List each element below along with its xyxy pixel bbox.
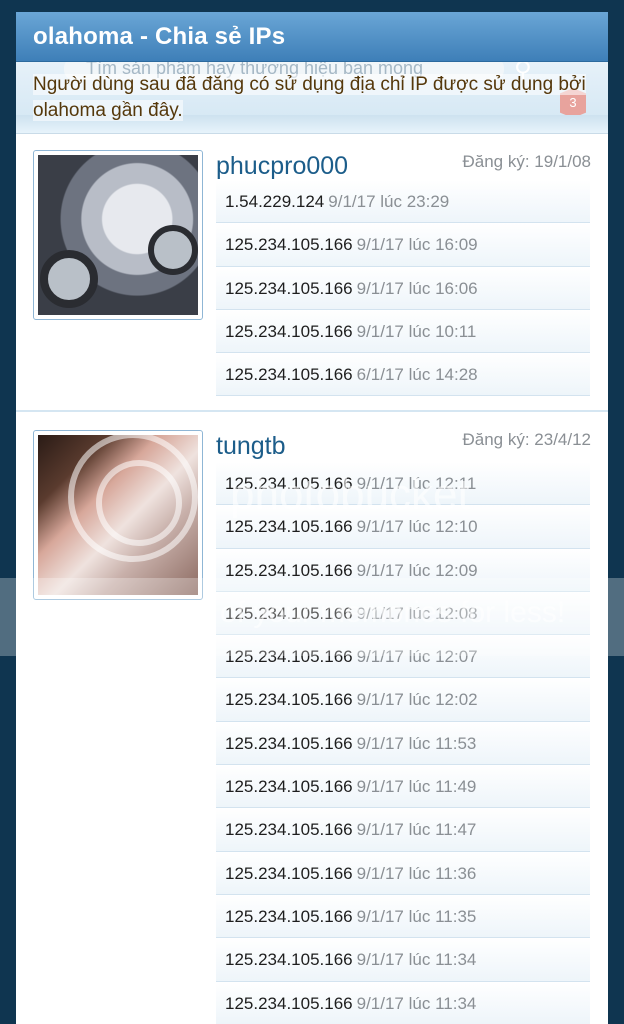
ip-address: 125.234.105.166 — [225, 863, 353, 883]
ip-time: 9/1/17 lúc 12:07 — [356, 647, 478, 667]
ip-row: 125.234.105.166 9/1/17 lúc 16:06 — [216, 266, 590, 310]
notice-area: Tìm sản phẩm hay thương hiệu bạn mong ⚲ … — [16, 62, 608, 134]
ip-time: 9/1/17 lúc 10:11 — [356, 321, 477, 341]
ip-time: 9/1/17 lúc 12:10 — [356, 517, 478, 537]
ip-address: 125.234.105.166 — [225, 474, 353, 493]
ip-address: 125.234.105.166 — [225, 993, 353, 1013]
ip-address: 125.234.105.166 — [225, 278, 353, 298]
ip-row: 1.54.229.124 9/1/17 lúc 23:29 — [216, 180, 590, 224]
ip-row: 125.234.105.166 9/1/17 lúc 11:34 — [216, 981, 590, 1024]
dialog-titlebar: olahoma - Chia sẻ IPs — [16, 12, 608, 62]
ip-row: 125.234.105.166 9/1/17 lúc 12:07 — [216, 635, 590, 679]
ip-address: 125.234.105.166 — [225, 603, 353, 623]
ip-address: 125.234.105.166 — [225, 647, 353, 667]
person-photo-icon — [38, 435, 198, 595]
user-avatar[interactable] — [33, 430, 203, 600]
ip-time: 6/1/17 lúc 14:28 — [356, 365, 478, 385]
ip-address: 125.234.105.166 — [225, 690, 353, 710]
dialog-title: olahoma - Chia sẻ IPs — [33, 23, 286, 50]
ip-time: 9/1/17 lúc 11:47 — [356, 820, 477, 840]
ip-address: 125.234.105.166 — [225, 517, 353, 537]
ip-row: 125.234.105.166 9/1/17 lúc 16:09 — [216, 223, 590, 267]
shared-ips-dialog: olahoma - Chia sẻ IPs Tìm sản phẩm hay t… — [16, 12, 608, 1024]
ip-address: 125.234.105.166 — [225, 321, 353, 341]
ip-row: 125.234.105.166 9/1/17 lúc 12:11 — [216, 462, 590, 506]
ip-row: 125.234.105.166 9/1/17 lúc 11:53 — [216, 721, 590, 766]
ip-address: 125.234.105.166 — [225, 820, 353, 840]
ip-time: 9/1/17 lúc 23:29 — [328, 192, 450, 211]
registered-date: Đăng ký: 23/4/12 — [462, 430, 591, 449]
ip-list: 1.54.229.124 9/1/17 lúc 23:29 125.234.105… — [216, 180, 590, 397]
ip-time: 9/1/17 lúc 11:53 — [356, 733, 477, 753]
ip-row: 125.234.105.166 6/1/17 lúc 14:28 — [216, 353, 590, 397]
user-avatar[interactable] — [33, 150, 203, 320]
ip-time: 9/1/17 lúc 12:11 — [356, 474, 477, 493]
ip-list: 125.234.105.166 9/1/17 lúc 12:11 125.234.… — [216, 462, 590, 1024]
motorbike-photo-icon — [38, 155, 198, 315]
ip-row: 125.234.105.166 9/1/17 lúc 11:49 — [216, 765, 590, 809]
ip-time: 9/1/17 lúc 16:06 — [356, 278, 478, 298]
ip-address: 125.234.105.166 — [225, 950, 353, 970]
ip-address: 125.234.105.166 — [225, 733, 353, 753]
ip-time: 9/1/17 lúc 11:49 — [356, 777, 477, 797]
ip-row: 125.234.105.166 9/1/17 lúc 10:11 — [216, 309, 590, 354]
ip-time: 9/1/17 lúc 11:34 — [356, 993, 477, 1013]
ip-time: 9/1/17 lúc 11:35 — [356, 906, 477, 926]
ip-row: 125.234.105.166 9/1/17 lúc 12:02 — [216, 678, 590, 722]
ip-row: 125.234.105.166 9/1/17 lúc 11:35 — [216, 894, 590, 939]
username-link[interactable]: tungtb — [216, 432, 286, 461]
ip-time: 9/1/17 lúc 11:34 — [356, 950, 477, 970]
ip-row: 125.234.105.166 9/1/17 lúc 11:36 — [216, 851, 590, 895]
ip-time: 9/1/17 lúc 16:09 — [356, 235, 478, 255]
ip-address: 125.234.105.166 — [225, 560, 353, 580]
ip-time: 9/1/17 lúc 12:08 — [356, 603, 478, 623]
user-entry: tungtb Đăng ký: 23/4/12 125.234.105.166 9… — [16, 412, 608, 1024]
ip-address: 1.54.229.124 — [225, 192, 325, 211]
ip-address: 125.234.105.166 — [225, 365, 353, 385]
registered-date: Đăng ký: 19/1/08 — [462, 152, 591, 171]
user-entry: phucpro000 Đăng ký: 19/1/08 1.54.229.124… — [16, 134, 608, 412]
username-link[interactable]: phucpro000 — [216, 152, 348, 181]
ip-row: 125.234.105.166 9/1/17 lúc 11:47 — [216, 808, 590, 852]
ip-row: 125.234.105.166 9/1/17 lúc 12:08 — [216, 591, 590, 636]
ip-row: 125.234.105.166 9/1/17 lúc 11:34 — [216, 938, 590, 982]
ip-address: 125.234.105.166 — [225, 777, 353, 797]
ip-time: 9/1/17 lúc 12:02 — [356, 690, 478, 710]
ip-time: 9/1/17 lúc 12:09 — [356, 560, 478, 580]
notice-text: Người dùng sau đã đăng có sử dụng địa ch… — [33, 74, 586, 121]
ip-time: 9/1/17 lúc 11:36 — [356, 863, 477, 883]
ip-address: 125.234.105.166 — [225, 906, 353, 926]
ip-row: 125.234.105.166 9/1/17 lúc 12:10 — [216, 505, 590, 549]
ip-row: 125.234.105.166 9/1/17 lúc 12:09 — [216, 548, 590, 592]
ip-address: 125.234.105.166 — [225, 235, 353, 255]
